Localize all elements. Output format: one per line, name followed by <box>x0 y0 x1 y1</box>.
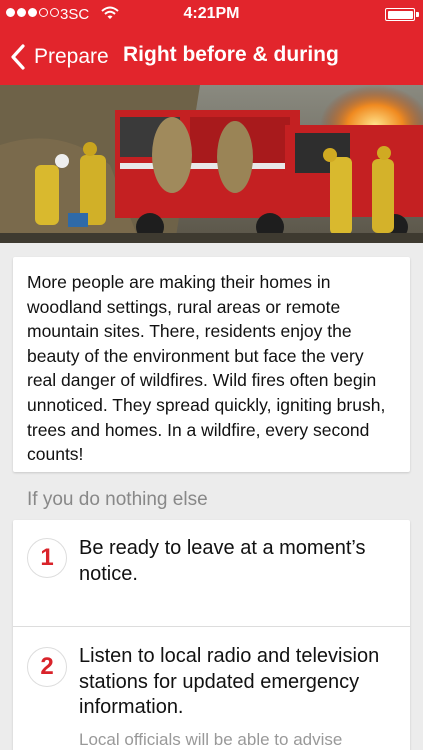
battery-icon <box>385 8 419 21</box>
back-chevron-icon <box>11 44 25 70</box>
intro-text: More people are making their homes in wo… <box>27 272 386 465</box>
clock: 4:21PM <box>183 5 240 22</box>
step-number-badge: 2 <box>27 647 67 687</box>
step-text: Be ready to leave at a moment’s notice. <box>79 537 366 585</box>
section-title: If you do nothing else <box>27 489 208 510</box>
steps-list: 1 Be ready to leave at a moment’s notice… <box>13 520 410 750</box>
firefighters-hero-image <box>0 85 423 243</box>
step-number-badge: 1 <box>27 538 67 578</box>
status-bar: 3SC 4:21PM <box>0 0 423 28</box>
app-header: 3SC 4:21PM Prepare Right before & during <box>0 0 423 85</box>
navigation-bar: Prepare Right before & during <box>0 28 423 85</box>
step-text: Listen to local radio and television sta… <box>79 645 380 718</box>
divider <box>13 626 410 627</box>
back-button[interactable]: Prepare <box>8 40 109 74</box>
back-label: Prepare <box>34 45 109 68</box>
step-subtext: Local officials will be able to advise <box>79 730 343 749</box>
page-title: Right before & during <box>123 43 339 66</box>
intro-card: More people are making their homes in wo… <box>13 257 410 472</box>
